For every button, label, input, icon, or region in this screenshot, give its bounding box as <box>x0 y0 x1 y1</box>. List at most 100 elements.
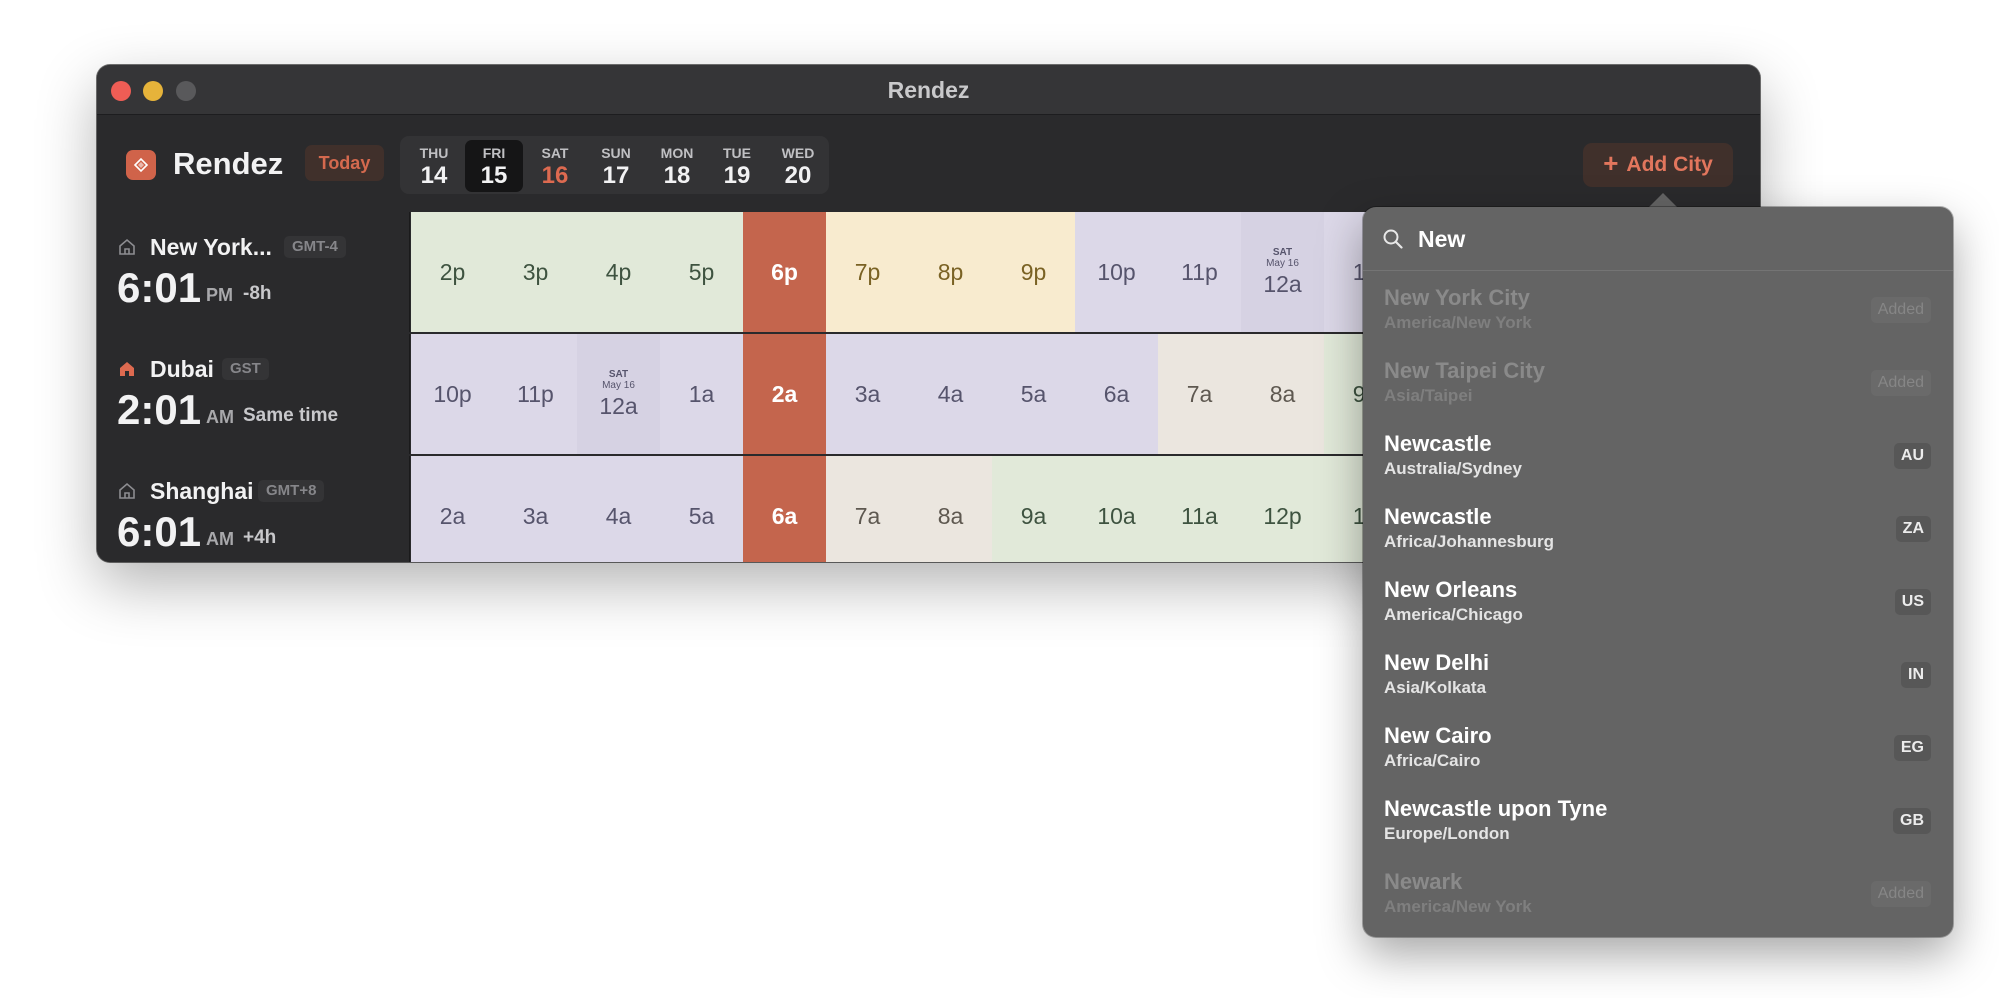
result-timezone: Asia/Kolkata <box>1384 678 1487 697</box>
result-country-tag: AU <box>1893 443 1931 469</box>
search-result-item[interactable]: Newark America/New York Added <box>1363 857 1953 930</box>
hour-cell[interactable]: 4p <box>577 212 660 332</box>
time-offset: -8h <box>243 283 272 304</box>
result-city-name: New York City <box>1384 285 1530 310</box>
search-result-item[interactable]: Newcastle Australia/Sydney AU <box>1363 419 1953 492</box>
result-added-tag: Added <box>1870 297 1931 323</box>
search-result-item[interactable]: New Taipei City Asia/Taipei Added <box>1363 346 1953 419</box>
day-of-week: WED <box>781 145 815 161</box>
result-timezone: Europe/London <box>1384 824 1510 843</box>
hour-cell[interactable]: 3p <box>494 212 577 332</box>
result-timezone: Asia/Taipei <box>1384 386 1473 405</box>
city-info: New York... GMT-4 6:01 PM -8h <box>97 212 410 332</box>
midnight-day: SAT <box>608 368 629 380</box>
add-city-button[interactable]: + Add City <box>1583 143 1733 187</box>
search-result-item[interactable]: Newcastle Africa/Johannesburg ZA <box>1363 492 1953 565</box>
day-fri-selected[interactable]: FRI 15 <box>465 140 523 192</box>
hour-cell[interactable]: 9p <box>992 212 1075 332</box>
city-time: 2:01 <box>117 386 202 433</box>
midnight-hour-cell[interactable]: SAT May 16 12a <box>577 334 660 454</box>
midnight-date: May 16 <box>602 379 635 391</box>
result-country-tag: ZA <box>1895 516 1931 542</box>
am-pm-label: AM <box>206 529 234 549</box>
hour-cell[interactable]: 1a <box>660 334 743 454</box>
day-of-week: THU <box>419 145 449 161</box>
hour-cell[interactable]: 8a <box>909 456 992 562</box>
search-result-item[interactable]: Newcastle upon Tyne Europe/London GB <box>1363 784 1953 857</box>
timezone-badge: GMT+8 <box>258 480 325 502</box>
hour-cell[interactable]: 8p <box>909 212 992 332</box>
hour-cell[interactable]: 3a <box>826 334 909 454</box>
result-timezone: America/New York <box>1384 897 1532 916</box>
midnight-day: SAT <box>1272 246 1293 258</box>
hour-cell[interactable]: 11a <box>1158 456 1241 562</box>
search-result-item[interactable]: New Orleans America/Chicago US <box>1363 565 1953 638</box>
day-sat[interactable]: SAT 16 <box>526 140 584 192</box>
add-city-popover: New York City America/New York Added New… <box>1363 207 1953 937</box>
window-title: Rendez <box>887 77 970 103</box>
city-time: 6:01 <box>117 264 202 311</box>
hour-cell[interactable]: 11p <box>1158 212 1241 332</box>
hour-cell[interactable]: 6a <box>1075 334 1158 454</box>
result-timezone: Africa/Cairo <box>1384 751 1481 770</box>
result-city-name: New Cairo <box>1384 723 1492 748</box>
today-button[interactable]: Today <box>305 145 384 181</box>
hour-cell[interactable]: 7p <box>826 212 909 332</box>
app-logo-icon <box>126 150 156 180</box>
hour-cell[interactable]: 3a <box>494 456 577 562</box>
result-timezone: America/Chicago <box>1384 605 1523 624</box>
city-name: Shanghai <box>150 478 254 504</box>
result-city-name: New Delhi <box>1384 650 1490 675</box>
result-city-name: Newcastle upon Tyne <box>1384 796 1608 821</box>
hour-cell[interactable]: 5p <box>660 212 743 332</box>
result-country-tag: US <box>1894 589 1931 615</box>
hour-cell[interactable]: 9a <box>992 456 1075 562</box>
hour-cell[interactable]: 2a <box>411 456 494 562</box>
app-name: Rendez <box>173 146 284 181</box>
day-of-week: MON <box>660 145 694 161</box>
hour-cell[interactable]: 2p <box>411 212 494 332</box>
day-mon[interactable]: MON 18 <box>648 140 706 192</box>
day-of-week: FRI <box>482 145 506 161</box>
result-country-tag: IN <box>1901 662 1931 688</box>
day-number: 19 <box>723 162 751 189</box>
plus-icon: + <box>1603 148 1619 178</box>
am-pm-label: PM <box>206 285 233 305</box>
hour-cell[interactable]: 5a <box>992 334 1075 454</box>
current-hour-cell[interactable]: 2a <box>743 334 826 454</box>
midnight-hour-cell[interactable]: SAT May 16 12a <box>1241 212 1324 332</box>
city-name: Dubai <box>150 356 214 382</box>
city-search-input[interactable] <box>1418 223 1918 255</box>
hour-cell[interactable]: 12p <box>1241 456 1324 562</box>
result-added-tag: Added <box>1870 370 1931 396</box>
search-result-item[interactable]: New York City America/New York Added <box>1363 273 1953 346</box>
current-hour-cell[interactable]: 6p <box>743 212 826 332</box>
city-name: New York... <box>150 234 272 260</box>
hour-cell[interactable]: 7a <box>826 456 909 562</box>
hour-cell[interactable]: 10p <box>1075 212 1158 332</box>
result-country-tag: EG <box>1893 735 1931 761</box>
day-number: 14 <box>420 162 448 189</box>
search-result-item[interactable]: New Delhi Asia/Kolkata IN <box>1363 638 1953 711</box>
hour-cell[interactable]: 4a <box>909 334 992 454</box>
toolbar: Rendez Today THU 14 FRI 15 SAT 16 SUN 17… <box>97 116 1760 212</box>
result-timezone: Africa/Johannesburg <box>1384 532 1555 551</box>
day-of-week: SAT <box>541 145 569 161</box>
day-tue[interactable]: TUE 19 <box>708 140 766 192</box>
day-sun[interactable]: SUN 17 <box>587 140 645 192</box>
hour-cell[interactable]: 5a <box>660 456 743 562</box>
day-thu[interactable]: THU 14 <box>405 140 463 192</box>
time-offset: Same time <box>243 405 339 426</box>
hour-cell[interactable]: 8a <box>1241 334 1324 454</box>
hour-cell[interactable]: 7a <box>1158 334 1241 454</box>
day-number: 17 <box>602 162 630 189</box>
current-hour-cell[interactable]: 6a <box>743 456 826 562</box>
home-outline-icon <box>119 482 135 499</box>
day-wed[interactable]: WED 20 <box>769 140 827 192</box>
hour-cell[interactable]: 10p <box>411 334 494 454</box>
result-city-name: Newark <box>1384 869 1463 894</box>
search-result-item[interactable]: New Cairo Africa/Cairo EG <box>1363 711 1953 784</box>
hour-cell[interactable]: 10a <box>1075 456 1158 562</box>
hour-cell[interactable]: 11p <box>494 334 577 454</box>
hour-cell[interactable]: 4a <box>577 456 660 562</box>
